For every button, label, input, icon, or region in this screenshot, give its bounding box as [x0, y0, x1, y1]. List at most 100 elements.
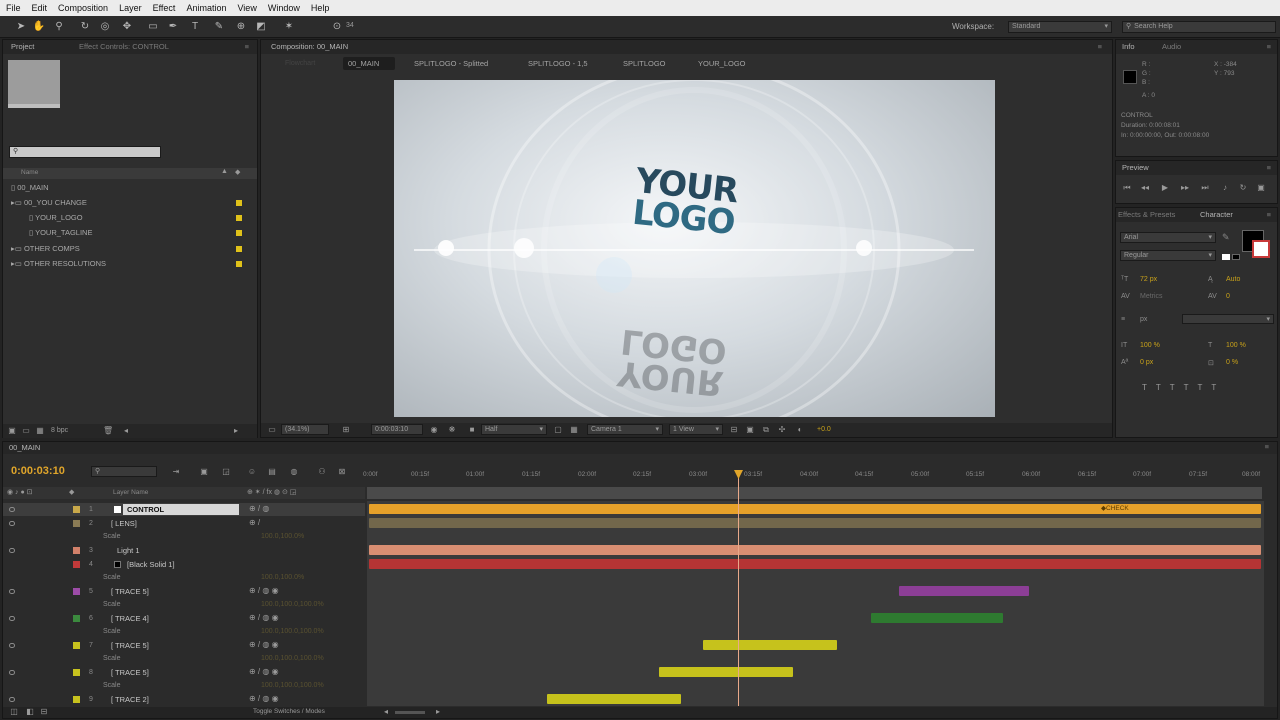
- font-size-value[interactable]: 72 px: [1140, 276, 1157, 283]
- loop-icon[interactable]: ↻: [1238, 183, 1248, 193]
- layer-bar-trace[interactable]: [899, 586, 1029, 596]
- font-family-select[interactable]: Arial ▾: [1120, 232, 1216, 243]
- tracking-value[interactable]: 0: [1226, 293, 1230, 300]
- live-update-icon[interactable]: ▣: [199, 467, 209, 477]
- region-of-interest-icon[interactable]: ▢: [553, 425, 563, 435]
- layer-switches-icon[interactable]: ⊕ / ◍ ◉: [249, 694, 279, 703]
- timecode-field[interactable]: 0:00:03:10: [371, 424, 423, 435]
- property-row[interactable]: Scale 100.0,100.0,100.0%: [3, 680, 365, 692]
- text-style-buttons[interactable]: TTTTTT: [1142, 383, 1225, 392]
- scroll-left-icon[interactable]: ◂: [121, 426, 131, 436]
- breadcrumb-item[interactable]: YOUR_LOGO: [698, 59, 746, 68]
- puppet-tool-icon[interactable]: ✶: [282, 20, 296, 34]
- panel-menu-icon[interactable]: ≡: [1098, 42, 1102, 51]
- breadcrumb-item[interactable]: 00_MAIN: [348, 59, 379, 68]
- leading-value[interactable]: Auto: [1226, 276, 1240, 283]
- layer-switches-icon[interactable]: ⊕ / ◍: [249, 504, 269, 513]
- timeline-timecode[interactable]: 0:00:03:10: [11, 465, 65, 477]
- stroke-width-value[interactable]: px: [1140, 316, 1147, 323]
- zoom-in-icon[interactable]: ▸: [433, 707, 443, 717]
- panel-menu-icon[interactable]: ≡: [1265, 442, 1269, 451]
- label-color-swatch[interactable]: [73, 520, 80, 527]
- layer-name[interactable]: [ LENS]: [111, 519, 137, 528]
- tab-preview[interactable]: Preview: [1122, 163, 1149, 172]
- label-color-swatch[interactable]: [73, 642, 80, 649]
- project-item[interactable]: ▯ YOUR_LOGO: [29, 212, 83, 224]
- property-row[interactable]: Scale 100.0,100.0,100.0%: [3, 599, 365, 611]
- layer-name[interactable]: Light 1: [117, 546, 140, 555]
- grid-toggle-icon[interactable]: ⊞: [341, 425, 351, 435]
- trash-icon[interactable]: 🗑: [103, 426, 113, 436]
- font-style-select[interactable]: Regular ▾: [1120, 250, 1216, 261]
- eye-icon[interactable]: [9, 521, 15, 526]
- layer-row[interactable]: 6 [ TRACE 4] ⊕ / ◍ ◉: [3, 612, 365, 625]
- layer-search-input[interactable]: ⚲: [91, 466, 157, 477]
- label-color-swatch[interactable]: [73, 615, 80, 622]
- expand-transfer-icon[interactable]: ◧: [25, 707, 35, 717]
- first-frame-icon[interactable]: ⏮: [1122, 183, 1132, 193]
- brainstorm-icon[interactable]: ⊠: [337, 467, 347, 477]
- project-item[interactable]: ▸▭ OTHER COMPS: [11, 243, 80, 255]
- layer-bar-trace[interactable]: [871, 613, 1003, 623]
- hand-tool-icon[interactable]: ✋: [32, 20, 46, 34]
- search-help-input[interactable]: ⚲ Search Help: [1122, 21, 1276, 33]
- breadcrumb-item[interactable]: SPLITLOGO - Splitted: [414, 59, 488, 68]
- eye-icon[interactable]: [9, 616, 15, 621]
- ram-preview-icon[interactable]: ▣: [1256, 183, 1266, 193]
- eraser-tool-icon[interactable]: ◩: [254, 20, 268, 34]
- panel-menu-icon[interactable]: ≡: [1267, 163, 1271, 172]
- kerning-value[interactable]: Metrics: [1140, 293, 1163, 300]
- previous-frame-icon[interactable]: ◂◂: [1140, 183, 1150, 193]
- rectangle-tool-icon[interactable]: ▭: [146, 20, 160, 34]
- layer-switches-icon[interactable]: ⊕ / ◍ ◉: [249, 640, 279, 649]
- new-folder-icon[interactable]: ▭: [21, 426, 31, 436]
- breadcrumb-item[interactable]: SPLITLOGO - 1,5: [528, 59, 588, 68]
- snap-icon[interactable]: ⊙: [330, 20, 344, 34]
- tsume-value[interactable]: 0 %: [1226, 359, 1238, 366]
- property-row[interactable]: Scale 100.0,100.0,100.0%: [3, 626, 365, 638]
- type-tool-icon[interactable]: T: [188, 20, 202, 34]
- label-color-swatch[interactable]: [73, 588, 80, 595]
- clone-tool-icon[interactable]: ⊕: [234, 20, 248, 34]
- expand-time-icon[interactable]: ⊟: [39, 707, 49, 717]
- layer-bar-solid[interactable]: [369, 559, 1261, 569]
- layer-switches-icon[interactable]: ⊕ / ◍ ◉: [249, 613, 279, 622]
- brush-tool-icon[interactable]: ✎: [212, 20, 226, 34]
- stroke-color-swatch[interactable]: [1252, 240, 1270, 258]
- composition-viewer[interactable]: YOUR LOGO YOUR LOGO: [394, 80, 995, 417]
- project-item[interactable]: ▸▭ OTHER RESOLUTIONS: [11, 258, 106, 270]
- layer-name[interactable]: [ TRACE 5]: [111, 587, 149, 596]
- menu-file[interactable]: File: [6, 3, 21, 13]
- project-item[interactable]: ▯ 00_MAIN: [11, 182, 48, 194]
- tab-timeline-comp[interactable]: 00_MAIN: [9, 443, 40, 452]
- play-icon[interactable]: ▶: [1160, 183, 1170, 193]
- eye-icon[interactable]: [9, 548, 15, 553]
- camera-select[interactable]: Camera 1 ▾: [587, 424, 663, 435]
- stroke-mode-select[interactable]: ▾: [1182, 314, 1274, 324]
- sort-icon[interactable]: ▲: [221, 168, 228, 175]
- property-value[interactable]: 100.0,100.0,100.0%: [261, 655, 324, 662]
- layer-switches-icon[interactable]: ⊕ / ◍ ◉: [249, 586, 279, 595]
- layer-marker[interactable]: ◆CHECK: [1101, 504, 1129, 512]
- layer-switches-icon[interactable]: ⊕ / ◍ ◉: [249, 667, 279, 676]
- layer-row[interactable]: 3 Light 1: [3, 544, 365, 557]
- property-row[interactable]: Scale 100.0,100.0%: [3, 531, 365, 543]
- tab-effects-presets[interactable]: Effects & Presets: [1118, 210, 1175, 219]
- color-channel-icon[interactable]: ■: [467, 425, 477, 435]
- transparency-grid-icon[interactable]: ▦: [569, 425, 579, 435]
- layer-row[interactable]: 2 [ LENS] ⊕ /: [3, 517, 365, 530]
- zoom-slider[interactable]: [395, 711, 425, 714]
- menu-composition[interactable]: Composition: [58, 3, 108, 13]
- pen-tool-icon[interactable]: ✒: [166, 20, 180, 34]
- work-area-bar[interactable]: [367, 487, 1262, 499]
- layer-name[interactable]: [ TRACE 4]: [111, 614, 149, 623]
- property-value[interactable]: 100.0,100.0,100.0%: [261, 682, 324, 689]
- project-search-input[interactable]: ⚲: [9, 146, 161, 158]
- snapshot-icon[interactable]: ◉: [429, 425, 439, 435]
- graph-editor-icon[interactable]: ⚇: [317, 467, 327, 477]
- channel-icon[interactable]: ❋: [447, 425, 457, 435]
- track-area[interactable]: [367, 501, 1264, 706]
- label-color-swatch[interactable]: [73, 506, 80, 513]
- pan-behind-tool-icon[interactable]: ✥: [120, 20, 134, 34]
- layer-bar-trace[interactable]: [659, 667, 793, 677]
